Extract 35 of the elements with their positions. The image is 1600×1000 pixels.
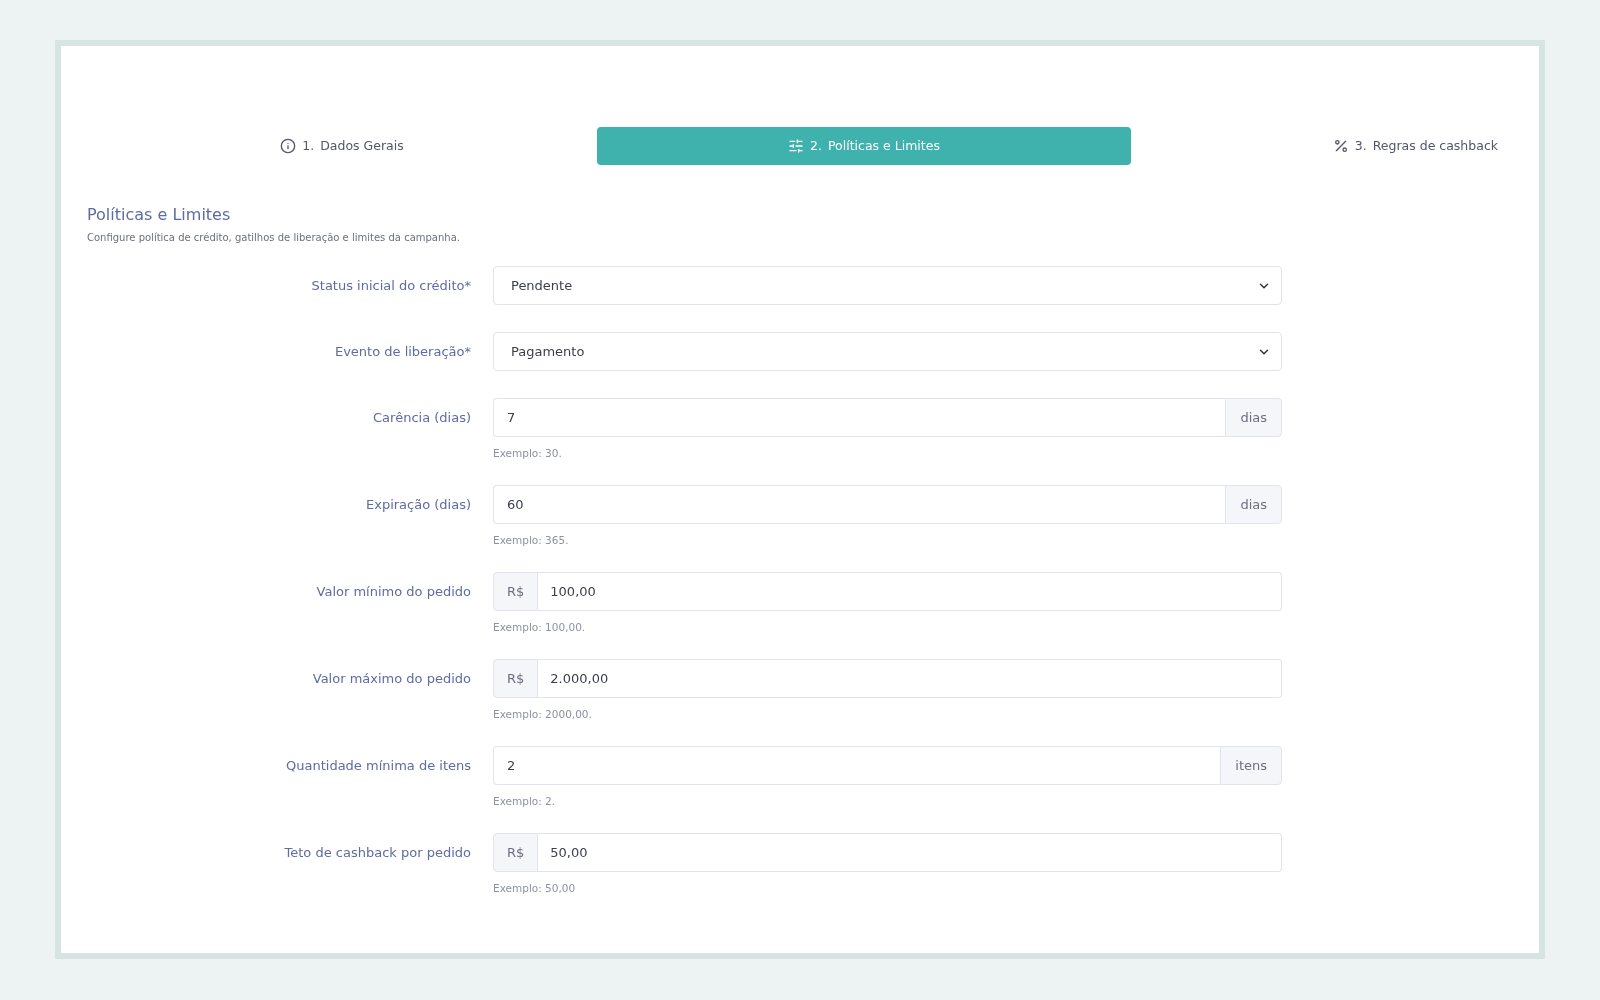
field-label: Carência (dias) <box>373 408 471 427</box>
value-input[interactable]: 2 <box>493 746 1221 785</box>
currency-addon: R$ <box>493 833 539 872</box>
field-label: Teto de cashback por pedido <box>284 843 471 862</box>
unit-addon: dias <box>1225 485 1282 524</box>
field-label: Expiração (dias) <box>365 495 471 514</box>
hint-text: Exemplo: 2. <box>493 795 556 807</box>
percent-icon <box>1332 138 1349 154</box>
value-input[interactable]: 100,00 <box>538 572 1282 611</box>
sliders-icon <box>788 138 805 154</box>
hint-text: Exemplo: 30. <box>493 447 562 459</box>
field-label: Valor mínimo do pedido <box>316 582 471 601</box>
dropdown-select[interactable]: Pagamento <box>493 332 1282 371</box>
hint-text: Exemplo: 100,00. <box>493 621 586 633</box>
value-input[interactable]: 2.000,00 <box>538 659 1282 698</box>
unit-addon: itens <box>1220 746 1282 785</box>
value-input[interactable]: 7 <box>493 398 1226 437</box>
currency-addon: R$ <box>493 659 539 698</box>
info-icon <box>280 138 297 154</box>
value-input[interactable]: 60 <box>493 485 1226 524</box>
section-title: Políticas e Limites <box>87 205 231 225</box>
value-input[interactable]: 50,00 <box>538 833 1282 872</box>
field-label: Evento de liberação* <box>334 342 471 361</box>
hint-text: Exemplo: 50,00 <box>493 882 576 894</box>
field-label: Status inicial do crédito* <box>311 276 471 295</box>
step-tab[interactable]: 3. Regras de cashback <box>1332 127 1498 165</box>
unit-addon: dias <box>1225 398 1282 437</box>
hint-text: Exemplo: 2000,00. <box>493 708 592 720</box>
hint-text: Exemplo: 365. <box>493 534 569 546</box>
section-subtitle: Configure política de crédito, gatilhos de liberação e limites da campanha. <box>87 231 460 244</box>
field-label: Valor máximo do pedido <box>312 669 471 688</box>
step-tab[interactable]: 1. Dados Gerais <box>280 127 404 165</box>
dropdown-select[interactable]: Pendente <box>493 266 1282 305</box>
field-label: Quantidade mínima de itens <box>286 756 471 775</box>
currency-addon: R$ <box>493 572 539 611</box>
